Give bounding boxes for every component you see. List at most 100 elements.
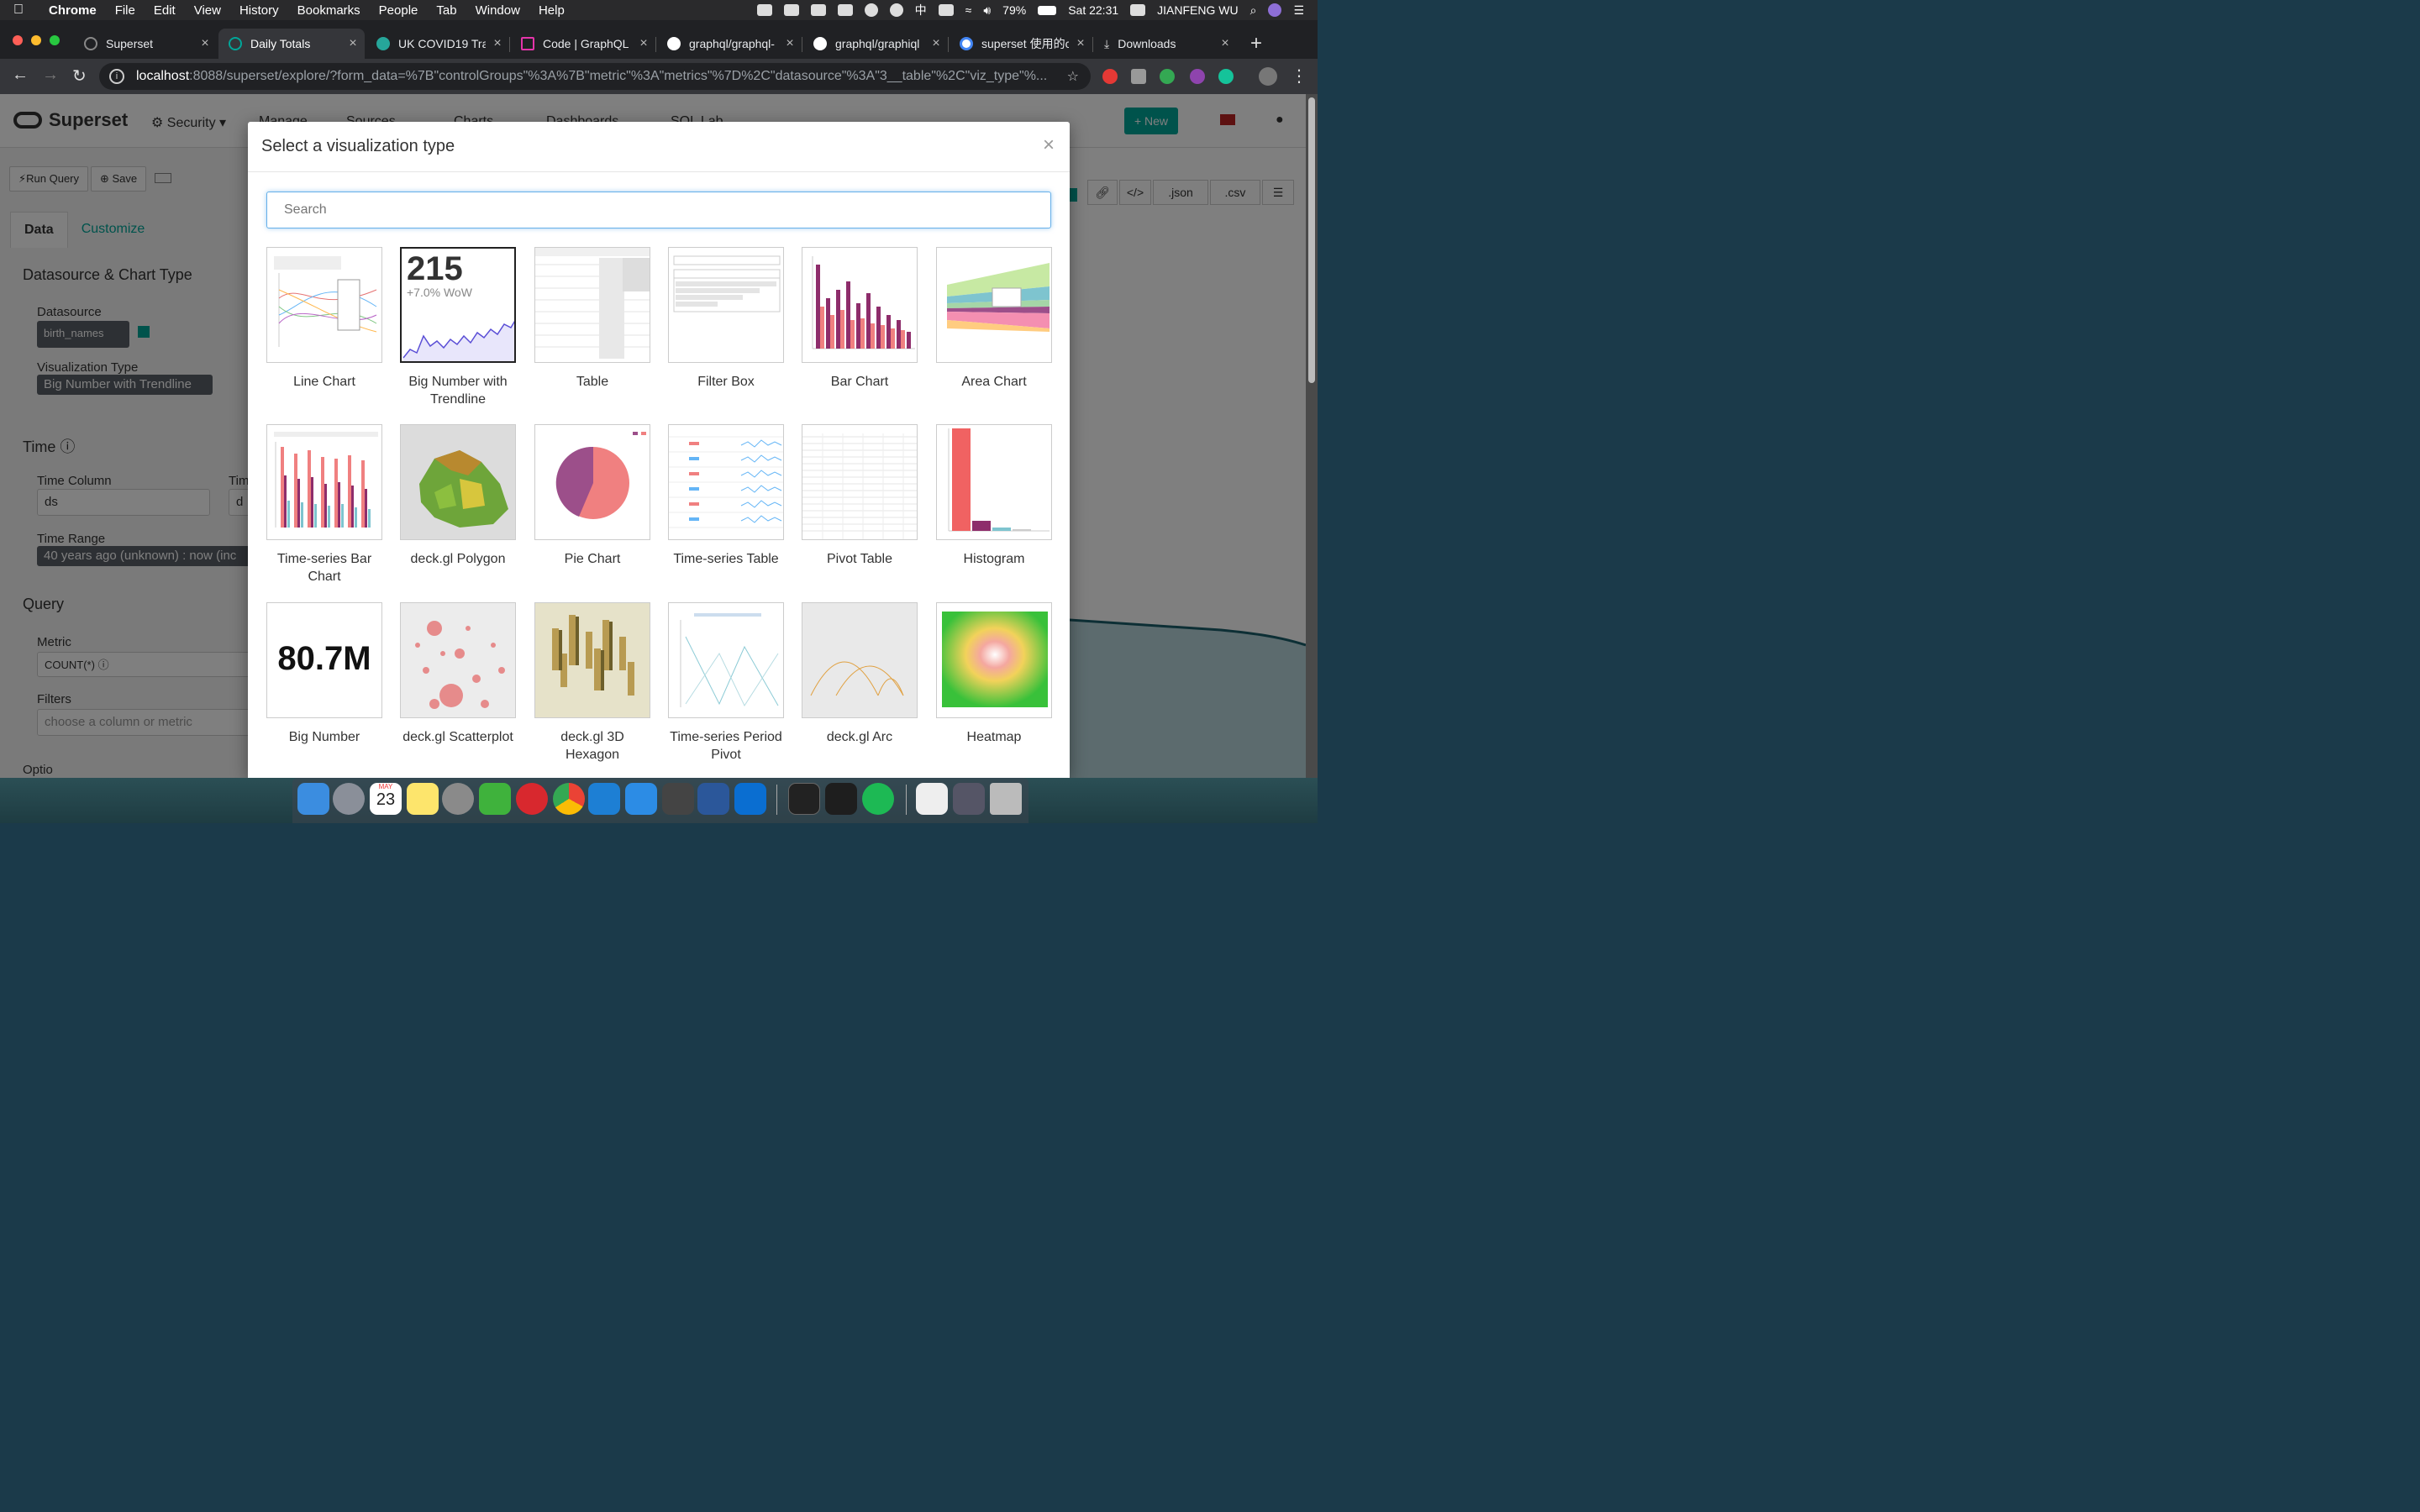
- extension-camera-icon[interactable]: [1131, 69, 1146, 84]
- viz-card-heatmap[interactable]: Heatmap: [936, 602, 1052, 746]
- vscode-icon[interactable]: [588, 783, 620, 815]
- back-arrow-icon[interactable]: ←: [12, 66, 29, 85]
- scrollbar-thumb[interactable]: [1308, 97, 1315, 383]
- browser-tab-covid[interactable]: UK COVID19 Trac ×: [366, 29, 509, 59]
- maximize-window-button[interactable]: [50, 35, 60, 45]
- menu-help[interactable]: Help: [539, 3, 565, 18]
- wechat-icon[interactable]: [479, 783, 511, 815]
- figma-icon[interactable]: [825, 783, 857, 815]
- forklift-icon[interactable]: [810, 4, 826, 16]
- viz-card-pie-chart[interactable]: Pie Chart: [534, 424, 650, 568]
- browser-tab-graphql-repo[interactable]: graphql/graphql- ×: [657, 29, 802, 59]
- viz-card-pivot-table[interactable]: Pivot Table: [802, 424, 918, 568]
- viz-card-deckgl-scatterplot[interactable]: deck.gl Scatterplot: [400, 602, 516, 746]
- extension-purple-icon[interactable]: [1190, 69, 1205, 84]
- close-tab-icon[interactable]: ×: [1069, 36, 1092, 51]
- page-scrollbar[interactable]: [1306, 94, 1318, 778]
- screenshot-icon[interactable]: [953, 783, 985, 815]
- viz-search-input[interactable]: [266, 192, 1051, 228]
- chrome-icon[interactable]: [553, 783, 585, 815]
- user-name[interactable]: JIANFENG WU: [1157, 3, 1238, 17]
- volume-icon[interactable]: 🔊︎: [983, 3, 991, 18]
- menu-window[interactable]: Window: [476, 3, 520, 18]
- viz-card-timeseries-table[interactable]: Time-series Table: [668, 424, 784, 568]
- wechat-status-icon[interactable]: [783, 4, 799, 16]
- apple-icon[interactable]: : [13, 3, 39, 18]
- outlook-icon[interactable]: [734, 783, 766, 815]
- code-icon[interactable]: [662, 783, 694, 815]
- trash-icon[interactable]: [990, 783, 1022, 815]
- scrivener-icon[interactable]: [1130, 4, 1146, 16]
- xcode-icon[interactable]: [625, 783, 657, 815]
- profile-avatar[interactable]: [1259, 67, 1277, 86]
- spotlight-search-icon[interactable]: ⌕: [1250, 3, 1257, 18]
- menu-bookmarks[interactable]: Bookmarks: [297, 3, 360, 18]
- browser-tab-downloads[interactable]: ⤓ Downloads ×: [1094, 29, 1237, 59]
- document-icon[interactable]: [916, 783, 948, 815]
- viz-card-timeseries-period-pivot[interactable]: Time-series Period Pivot: [668, 602, 784, 764]
- close-icon[interactable]: ×: [1043, 134, 1055, 157]
- viz-card-timeseries-bar-chart[interactable]: Time-series Bar Chart: [266, 424, 382, 585]
- terminal-icon[interactable]: [788, 783, 820, 815]
- browser-tab-google-search[interactable]: superset 使用的c ×: [950, 29, 1092, 59]
- close-tab-icon[interactable]: ×: [341, 36, 365, 51]
- word-icon[interactable]: [697, 783, 729, 815]
- close-tab-icon[interactable]: ×: [193, 36, 217, 51]
- close-tab-icon[interactable]: ×: [1213, 36, 1237, 51]
- browser-tab-graphql-code[interactable]: Code | GraphQL ×: [511, 29, 655, 59]
- viz-card-bar-chart[interactable]: Bar Chart: [802, 247, 918, 391]
- browser-tab-graphiql-repo[interactable]: graphql/graphiql ×: [803, 29, 948, 59]
- close-tab-icon[interactable]: ×: [924, 36, 948, 51]
- bookmark-star-icon[interactable]: ☆: [1067, 68, 1079, 85]
- battery-icon[interactable]: [1038, 5, 1057, 15]
- viz-card-deckgl-polygon[interactable]: deck.gl Polygon: [400, 424, 516, 568]
- viz-card-deckgl-3d-hexagon[interactable]: deck.gl 3D Hexagon: [534, 602, 650, 764]
- menu-view[interactable]: View: [194, 3, 221, 18]
- netease-music-icon[interactable]: [516, 783, 548, 815]
- site-info-icon[interactable]: i: [109, 69, 124, 84]
- input-method-indicator[interactable]: 中: [915, 2, 927, 18]
- spotify-icon[interactable]: [862, 783, 894, 815]
- forward-arrow-icon[interactable]: →: [42, 66, 59, 85]
- browser-tab-daily-totals[interactable]: Daily Totals ×: [218, 29, 365, 59]
- menu-file[interactable]: File: [115, 3, 135, 18]
- grammarly-icon[interactable]: [1218, 69, 1234, 84]
- viz-card-deckgl-arc[interactable]: deck.gl Arc: [802, 602, 918, 746]
- clock[interactable]: Sat 22:31: [1068, 3, 1118, 17]
- cloud-upload-icon[interactable]: [756, 4, 772, 16]
- finder-icon[interactable]: [297, 783, 329, 815]
- wifi-icon[interactable]: ≈: [965, 3, 972, 17]
- viz-card-big-number[interactable]: 80.7M Big Number: [266, 602, 382, 746]
- airplay-icon[interactable]: [938, 4, 954, 16]
- launchpad-icon[interactable]: [333, 783, 365, 815]
- close-tab-icon[interactable]: ×: [778, 36, 802, 51]
- shield-icon[interactable]: [889, 3, 903, 17]
- extension-hand-icon[interactable]: [1102, 69, 1118, 84]
- minimize-window-button[interactable]: [31, 35, 41, 45]
- calendar-icon[interactable]: MAY 23: [370, 783, 402, 815]
- creative-cloud-icon[interactable]: [864, 3, 878, 17]
- menu-app-name[interactable]: Chrome: [49, 3, 97, 18]
- address-bar[interactable]: i localhost :8088/superset/explore/?form…: [99, 63, 1091, 90]
- system-preferences-icon[interactable]: [442, 783, 474, 815]
- notification-center-icon[interactable]: ☰: [1293, 3, 1304, 18]
- close-window-button[interactable]: [13, 35, 23, 45]
- reload-icon[interactable]: ↻: [72, 66, 87, 87]
- menu-edit[interactable]: Edit: [154, 3, 176, 18]
- viz-card-table[interactable]: Table: [534, 247, 650, 391]
- viz-card-filter-box[interactable]: Filter Box: [668, 247, 784, 391]
- viz-card-histogram[interactable]: Histogram: [936, 424, 1052, 568]
- browser-tab-superset[interactable]: Superset ×: [74, 29, 217, 59]
- airpods-icon[interactable]: [837, 4, 853, 16]
- menu-history[interactable]: History: [239, 3, 279, 18]
- notes-icon[interactable]: [407, 783, 439, 815]
- close-tab-icon[interactable]: ×: [632, 36, 655, 51]
- new-tab-button[interactable]: +: [1250, 32, 1262, 55]
- chrome-menu-icon[interactable]: ⋮: [1291, 66, 1307, 87]
- viz-card-area-chart[interactable]: Area Chart: [936, 247, 1052, 391]
- menu-people[interactable]: People: [379, 3, 418, 18]
- menu-tab[interactable]: Tab: [436, 3, 456, 18]
- extension-translate-icon[interactable]: [1160, 69, 1175, 84]
- viz-card-line-chart[interactable]: Line Chart: [266, 247, 382, 391]
- viz-card-big-number-trendline[interactable]: 215 +7.0% WoW Big Number with Trendline: [400, 247, 516, 408]
